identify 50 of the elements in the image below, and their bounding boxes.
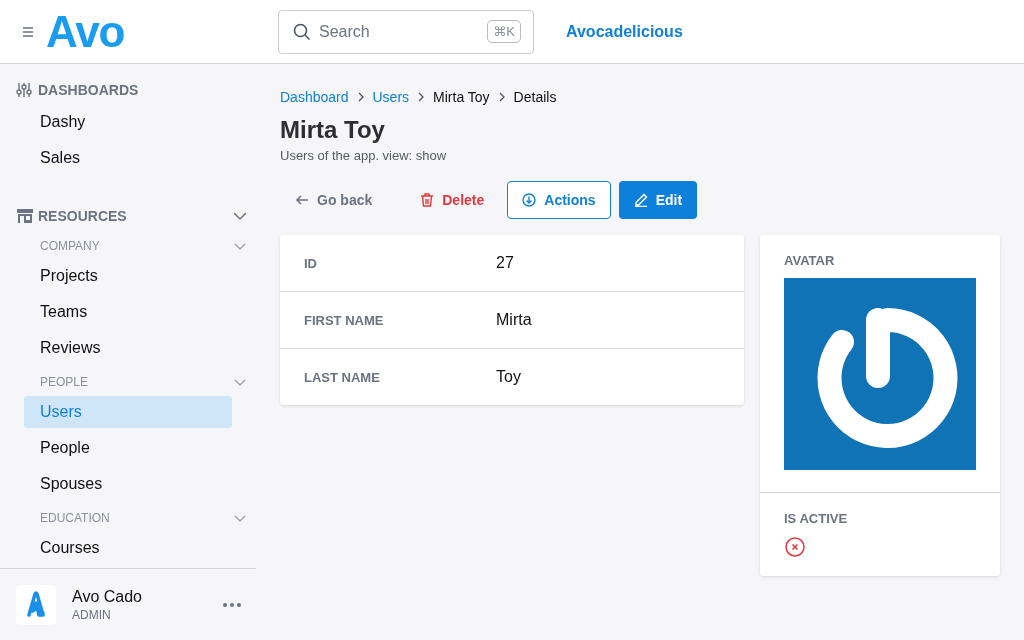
field-value: 27	[496, 254, 514, 272]
shortcut-key: ⌘K	[487, 20, 521, 43]
user-name: Avo Cado	[72, 587, 143, 606]
page-description: Users of the app. view: show	[280, 148, 448, 163]
logo[interactable]: Avo	[46, 9, 256, 54]
group-heading: PEOPLE	[40, 375, 90, 389]
chevron-right-icon	[417, 92, 426, 102]
search-field[interactable]: Search ⌘K	[278, 9, 534, 54]
field-label: LAST NAME	[304, 369, 381, 385]
sidebar-item[interactable]: Courses	[24, 532, 232, 564]
page-title: Mirta Toy	[280, 116, 386, 144]
menu-icon[interactable]	[22, 25, 34, 38]
sidebar-item[interactable]: Users	[24, 396, 232, 428]
breadcrumb-item: Mirta Toy	[433, 89, 490, 105]
section-heading: RESOURCES	[38, 208, 128, 224]
actions-button[interactable]: Actions	[507, 181, 611, 219]
group-heading: EDUCATION	[40, 511, 111, 525]
more-icon[interactable]	[222, 601, 242, 608]
section-heading: DASHBOARDS	[38, 82, 140, 98]
edit-button[interactable]: Edit	[618, 181, 698, 219]
sidebar-item[interactable]: People	[24, 432, 232, 464]
trash-icon	[420, 193, 435, 207]
sidebar-item[interactable]: Sales	[24, 142, 232, 174]
arrow-left-icon	[295, 193, 309, 207]
sidebar-item[interactable]: Dashy	[24, 106, 232, 138]
field-label: FIRST NAME	[304, 312, 385, 328]
chevron-right-icon	[497, 92, 506, 102]
sidebar-item[interactable]: Projects	[24, 260, 232, 292]
download-circle-icon	[522, 193, 537, 207]
breadcrumb-link[interactable]: Users	[372, 89, 410, 105]
store-icon	[16, 208, 34, 224]
field-value: Toy	[496, 368, 521, 386]
breadcrumb-item: Details	[513, 89, 557, 105]
sidebar-item[interactable]: Spouses	[24, 468, 232, 500]
group-heading: COMPANY	[40, 239, 101, 253]
sidebar-item[interactable]: Reviews	[24, 332, 232, 364]
field-label: AVATAR	[784, 253, 836, 268]
breadcrumb-link[interactable]: Dashboard	[280, 89, 349, 105]
go-back-button[interactable]: Go back	[280, 181, 388, 219]
sidebar-item[interactable]: Teams	[24, 296, 232, 328]
search-icon	[293, 22, 311, 41]
field-label: IS ACTIVE	[784, 511, 849, 526]
delete-button[interactable]: Delete	[405, 181, 500, 219]
field-label: ID	[304, 255, 318, 271]
sliders-icon	[16, 82, 34, 98]
app-name-link[interactable]: Avocadelicious	[566, 22, 683, 41]
user-role: ADMIN	[72, 607, 112, 622]
pencil-icon	[633, 193, 648, 207]
chevron-right-icon	[356, 92, 365, 102]
field-value: Mirta	[496, 311, 532, 329]
